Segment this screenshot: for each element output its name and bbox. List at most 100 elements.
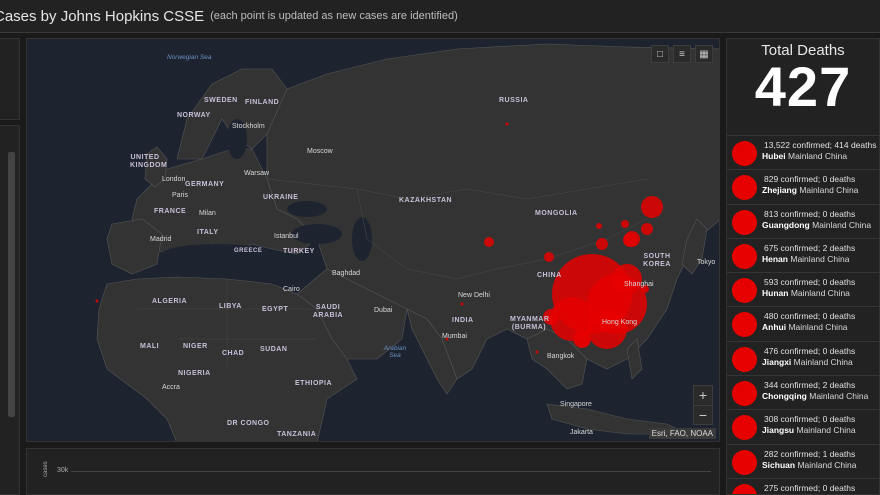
case-marker-icon xyxy=(732,141,757,166)
row-location: Guangdong Mainland China xyxy=(762,220,871,230)
row-location: Chongqing Mainland China xyxy=(762,391,868,401)
label-russia: RUSSIA xyxy=(499,97,529,104)
row-stats: 593 confirmed; 0 deaths xyxy=(764,277,856,288)
list-item[interactable]: 344 confirmed; 2 deaths Chongqing Mainlan… xyxy=(727,375,879,409)
label-istanbul: Istanbul xyxy=(274,233,299,240)
label-baghdad: Baghdad xyxy=(332,270,361,277)
row-country: Mainland China xyxy=(790,288,850,299)
deaths-list: 13,522 confirmed; 414 deaths Hubei Mainla… xyxy=(727,135,879,494)
row-stats: 480 confirmed; 0 deaths xyxy=(764,311,856,322)
label-chad: CHAD xyxy=(222,350,245,357)
grid-icon[interactable]: ▦ xyxy=(695,45,713,63)
list-item[interactable]: 308 confirmed; 0 deaths Jiangsu Mainland … xyxy=(727,409,879,443)
row-stats: 344 confirmed; 2 deaths xyxy=(764,380,856,391)
row-country: Mainland China xyxy=(790,253,850,264)
list-item[interactable]: 282 confirmed; 1 deaths Sichuan Mainland … xyxy=(727,443,879,478)
label-sweden: SWEDEN xyxy=(204,97,238,104)
map-attribution: Esri, FAO, NOAA xyxy=(648,428,716,439)
label-tokyo: Tokyo xyxy=(697,259,716,266)
label-france: FRANCE xyxy=(154,208,187,215)
bookmark-icon[interactable]: □ xyxy=(651,45,669,63)
row-country: Mainland China xyxy=(788,322,848,333)
case-marker-icon xyxy=(732,415,757,441)
label-india: INDIA xyxy=(452,317,474,324)
row-stats: 829 confirmed; 0 deaths xyxy=(764,174,856,185)
row-province: Jiangxi xyxy=(762,356,792,367)
row-stats: 476 confirmed; 0 deaths xyxy=(764,345,856,356)
chart-ylabel: cases xyxy=(43,461,49,477)
list-item[interactable]: 813 confirmed; 0 deaths Guangdong Mainlan… xyxy=(727,203,879,238)
row-province: Jiangsu xyxy=(762,425,795,436)
left-scrollbar[interactable] xyxy=(8,152,15,417)
list-item[interactable]: 593 confirmed; 0 deaths Hunan Mainland Ch… xyxy=(727,272,879,306)
row-province: Chongqing xyxy=(762,391,807,402)
zoom-out-button[interactable]: − xyxy=(694,405,712,424)
label-myanmar: MYANMAR (BURMA) xyxy=(510,316,550,331)
page-title: Cases by Johns Hopkins CSSE xyxy=(0,7,205,25)
row-stats: 13,522 confirmed; 414 deaths xyxy=(764,140,877,150)
label-shanghai: Shanghai xyxy=(624,281,654,288)
chart-ytick: 30k xyxy=(57,467,69,474)
label-mumbai: Mumbai xyxy=(442,333,467,340)
map-land xyxy=(95,43,719,441)
row-country: Mainland China xyxy=(797,459,857,470)
row-province: Hunan xyxy=(762,288,789,299)
row-country: Mainland China xyxy=(796,425,856,436)
world-map[interactable]: Norwegian Sea SWEDEN FINLAND NORWAY Stoc… xyxy=(26,38,720,442)
page-subtitle: (each point is updated as new cases are … xyxy=(210,10,458,22)
row-country: Mainland China xyxy=(799,185,859,196)
list-item[interactable]: 13,522 confirmed; 414 deaths Hubei Mainla… xyxy=(727,135,879,169)
row-stats: 308 confirmed; 0 deaths xyxy=(764,414,856,425)
label-stockholm: Stockholm xyxy=(232,123,265,130)
list-item[interactable]: 675 confirmed; 2 deaths Henan Mainland Ch… xyxy=(727,237,879,272)
case-marker-icon xyxy=(732,483,757,494)
label-china: CHINA xyxy=(537,272,562,279)
row-location: Anhui Mainland China xyxy=(762,322,848,332)
cases-chart-panel: 30k cases xyxy=(26,448,720,495)
row-country: Mainland China xyxy=(788,151,848,161)
row-country: Mainland China xyxy=(809,391,869,402)
row-province: Guangdong xyxy=(762,219,810,230)
label-niger: NIGER xyxy=(183,343,208,350)
row-location: Sichuan Mainland China xyxy=(762,460,857,470)
case-marker-icon xyxy=(732,449,757,475)
label-madrid: Madrid xyxy=(150,236,172,243)
list-item[interactable]: 480 confirmed; 0 deaths Anhui Mainland Ch… xyxy=(727,306,879,340)
label-sudan: SUDAN xyxy=(260,346,288,353)
row-province: Hubei xyxy=(762,151,786,161)
label-ethiopia: ETHIOPIA xyxy=(295,380,333,387)
label-finland: FINLAND xyxy=(245,99,280,106)
chart-gridline xyxy=(71,471,711,472)
label-mongolia: MONGOLIA xyxy=(535,210,578,217)
row-stats: 675 confirmed; 2 deaths xyxy=(764,242,856,253)
label-egypt: EGYPT xyxy=(262,306,289,313)
label-arabian-sea: Arabian Sea xyxy=(383,345,407,359)
case-marker-icon xyxy=(732,175,757,201)
label-hong-kong: Hong Kong xyxy=(602,319,638,326)
label-ukraine: UKRAINE xyxy=(263,194,299,201)
label-london: London xyxy=(162,176,186,183)
zoom-in-button[interactable]: + xyxy=(694,386,712,405)
label-saudi-arabia: SAUDI ARABIA xyxy=(312,304,344,319)
label-tanzania: TANZANIA xyxy=(277,431,317,438)
row-stats: 813 confirmed; 0 deaths xyxy=(764,208,856,219)
list-item[interactable]: 476 confirmed; 0 deaths Jiangxi Mainland … xyxy=(727,340,879,375)
total-deaths-panel: Total Deaths 427 13,522 confirmed; 414 d… xyxy=(726,38,880,495)
label-united-kingdom: UNITED KINGDOM xyxy=(130,154,168,169)
label-warsaw: Warsaw xyxy=(244,170,270,177)
row-location: Jiangxi Mainland China xyxy=(762,357,853,367)
label-libya: LIBYA xyxy=(219,303,242,310)
list-item[interactable]: 275 confirmed; 0 deathsShandong Mainland… xyxy=(727,477,879,494)
label-paris: Paris xyxy=(172,192,188,199)
list-icon[interactable]: ≡ xyxy=(673,45,691,63)
row-location: Jiangsu Mainland China xyxy=(762,425,856,435)
case-marker-icon xyxy=(732,243,757,269)
label-singapore: Singapore xyxy=(560,401,592,408)
label-algeria: ALGERIA xyxy=(152,298,187,305)
row-location: Hunan Mainland China xyxy=(762,288,850,298)
list-item[interactable]: 829 confirmed; 0 deaths Zhejiang Mainland… xyxy=(727,169,879,203)
row-province: Anhui xyxy=(762,322,787,333)
case-marker-icon xyxy=(732,312,757,338)
row-country: Mainland China xyxy=(812,219,872,230)
row-province: Sichuan xyxy=(762,459,796,470)
